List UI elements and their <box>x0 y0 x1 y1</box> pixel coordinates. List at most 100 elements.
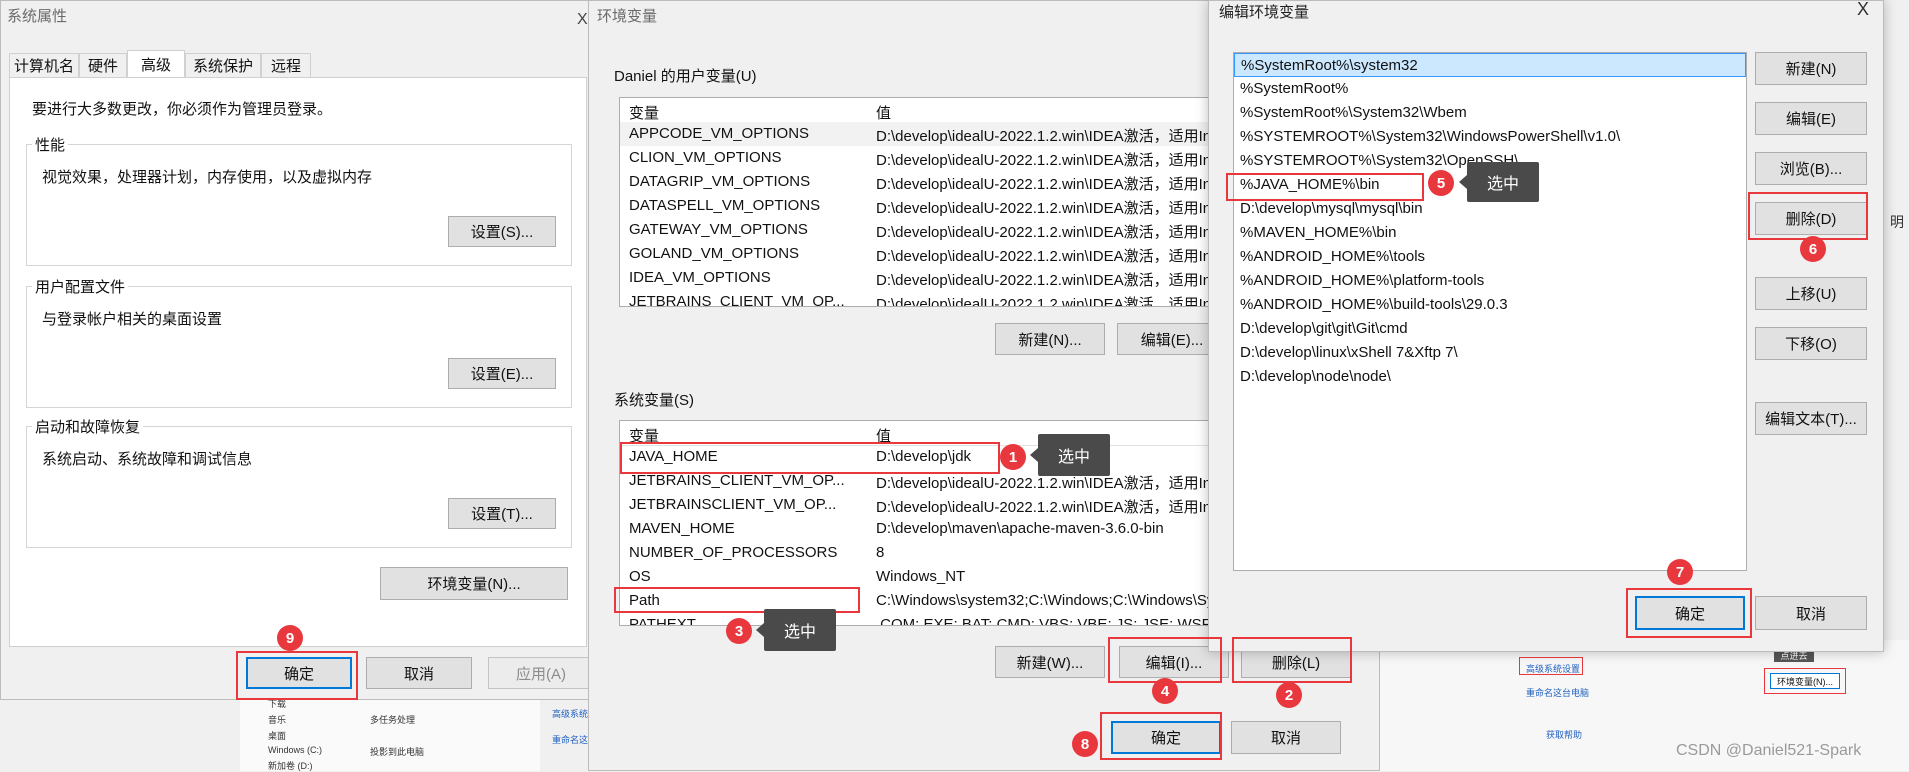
path-entry-text: D:\develop\linux\xShell 7&Xftp 7\ <box>1240 344 1458 361</box>
sys-vars-label: 系统变量(S) <box>611 389 697 410</box>
highlight-path-delete <box>1748 192 1868 240</box>
var-name-cell: CLION_VM_OPTIONS <box>629 149 782 166</box>
highlight-java-home-row <box>620 442 1000 474</box>
var-name-cell: PATHEXT <box>629 616 696 626</box>
window-title: 系统属性 <box>7 8 68 25</box>
var-name-cell: DATASPELL_VM_OPTIONS <box>629 197 821 214</box>
sys-new-button[interactable]: 新建(W)... <box>995 646 1105 678</box>
var-value-cell: D:\develop\idealU-2022.1.2.win\IDEA激活，适用… <box>876 176 1216 193</box>
startup-desc: 系统启动、系统故障和调试信息 <box>42 451 253 468</box>
path-entry-text: %SystemRoot%\System32\Wbem <box>1240 104 1467 121</box>
var-name-cell: IDEA_VM_OPTIONS <box>629 269 771 286</box>
bg-explorer-item: Windows (C:) <box>268 745 323 755</box>
window-title: 环境变量 <box>597 8 658 25</box>
select-tooltip: 选中 <box>1459 162 1539 202</box>
var-name-cell: GOLAND_VM_OPTIONS <box>629 245 800 262</box>
edit-env-window: 编辑环境变量 X %SystemRoot%\system32 %SystemRoo… <box>1208 0 1884 652</box>
tab-computer-name[interactable]: 计算机名 <box>9 53 79 77</box>
path-move-up-button[interactable]: 上移(U) <box>1755 277 1867 310</box>
bg-explorer-item: 新加卷 (D:) <box>268 761 313 771</box>
tab-remote[interactable]: 远程 <box>261 53 311 77</box>
var-name-cell: MAVEN_HOME <box>629 520 735 537</box>
path-entry-text: %ANDROID_HOME%\platform-tools <box>1240 272 1485 289</box>
perf-desc: 视觉效果，处理器计划，内存使用，以及虚拟内存 <box>42 169 373 186</box>
select-tooltip: 选中 <box>756 609 836 651</box>
env-vars-button[interactable]: 环境变量(N)... <box>380 567 568 600</box>
list-item[interactable]: %SystemRoot% <box>1234 77 1746 101</box>
var-name-cell: JETBRAINSCLIENT_VM_OP... <box>629 496 837 513</box>
profile-settings-button[interactable]: 设置(E)... <box>448 358 556 389</box>
perf-group-label: 性能 <box>32 134 69 155</box>
step-badge: 4 <box>1152 678 1178 704</box>
list-item[interactable]: D:\develop\linux\xShell 7&Xftp 7\ <box>1234 341 1746 365</box>
step-badge: 5 <box>1428 170 1454 196</box>
edit-cancel-button[interactable]: 取消 <box>1755 596 1867 630</box>
var-name-cell: JETBRAINS_CLIENT_VM_OP... <box>629 293 845 307</box>
var-value-cell: D:\develop\idealU-2022.1.2.win\IDEA激活，适用… <box>876 499 1216 516</box>
var-value-cell: D:\develop\idealU-2022.1.2.win\IDEA激活，适用… <box>876 224 1216 241</box>
close-icon[interactable]: X <box>577 11 588 29</box>
list-item[interactable]: %SystemRoot%\System32\Wbem <box>1234 101 1746 125</box>
path-browse-button[interactable]: 浏览(B)... <box>1755 152 1867 185</box>
path-move-down-button[interactable]: 下移(O) <box>1755 327 1867 360</box>
tab-system-protection[interactable]: 系统保护 <box>185 53 261 77</box>
highlight-edit-ok <box>1626 588 1752 638</box>
var-name-cell: JETBRAINS_CLIENT_VM_OP... <box>629 472 845 489</box>
var-name-cell: DATAGRIP_VM_OPTIONS <box>629 173 811 190</box>
path-entry-text: %MAVEN_HOME%\bin <box>1240 224 1397 241</box>
highlight-env-ok <box>1100 712 1222 760</box>
tab-hardware[interactable]: 硬件 <box>79 53 127 77</box>
path-edit-button[interactable]: 编辑(E) <box>1755 102 1867 135</box>
path-edit-text-button[interactable]: 编辑文本(T)... <box>1755 402 1867 435</box>
csdn-watermark: CSDN @Daniel521-Spark <box>1676 742 1862 759</box>
list-item[interactable]: %ANDROID_HOME%\build-tools\29.0.3 <box>1234 293 1746 317</box>
startup-settings-button[interactable]: 设置(T)... <box>448 498 556 529</box>
sysprops-apply-button[interactable]: 应用(A) <box>488 657 589 689</box>
path-new-button[interactable]: 新建(N) <box>1755 52 1867 85</box>
col-var-header: 变量 <box>629 105 660 122</box>
list-item[interactable]: %SYSTEMROOT%\System32\WindowsPowerShell\… <box>1234 125 1746 149</box>
var-name-cell: NUMBER_OF_PROCESSORS <box>629 544 838 561</box>
var-name-cell: OS <box>629 568 651 585</box>
step-badge: 9 <box>277 625 303 651</box>
path-entry-text: %ANDROID_HOME%\build-tools\29.0.3 <box>1240 296 1508 313</box>
var-value-cell: C:\Windows\system32;C:\Windows;C:\Window… <box>876 592 1215 609</box>
close-icon[interactable]: X <box>1857 1 1869 20</box>
list-item[interactable]: %MAVEN_HOME%\bin <box>1234 221 1746 245</box>
profile-group <box>26 286 572 408</box>
list-item[interactable]: D:\develop\git\git\Git\cmd <box>1234 317 1746 341</box>
env-cancel-button[interactable]: 取消 <box>1231 721 1341 754</box>
select-tooltip: 选中 <box>1030 434 1110 476</box>
step-badge: 1 <box>1000 444 1026 470</box>
bg-right-help: 获取帮助 <box>1546 730 1583 740</box>
bg-multitask: 多任务处理 <box>370 715 416 725</box>
profile-desc: 与登录帐户相关的桌面设置 <box>42 311 223 328</box>
list-item[interactable]: D:\develop\node\node\ <box>1234 365 1746 389</box>
highlight-sys-delete <box>1232 637 1352 683</box>
list-item[interactable]: %SystemRoot%\system32 <box>1234 53 1746 77</box>
list-item[interactable]: %ANDROID_HOME%\tools <box>1234 245 1746 269</box>
bg-right-env-highlight <box>1764 668 1846 694</box>
bg-right-rename: 重命名这台电脑 <box>1526 688 1590 698</box>
bg-explorer-item: 音乐 <box>268 715 287 725</box>
profile-group-label: 用户配置文件 <box>32 276 129 297</box>
tab-advanced[interactable]: 高级 <box>127 50 185 78</box>
perf-settings-button[interactable]: 设置(S)... <box>448 216 556 247</box>
step-badge: 7 <box>1667 559 1693 585</box>
list-item[interactable]: %ANDROID_HOME%\platform-tools <box>1234 269 1746 293</box>
var-value-cell: 8 <box>876 544 885 561</box>
var-value-cell: .COM;.EXE;.BAT;.CMD;.VBS;.VBE;.JS;.JSE;.… <box>876 616 1255 626</box>
var-name-cell: APPCODE_VM_OPTIONS <box>629 125 810 142</box>
sysprops-cancel-button[interactable]: 取消 <box>366 657 472 689</box>
path-entry-text: D:\develop\git\git\Git\cmd <box>1240 320 1408 337</box>
user-new-button[interactable]: 新建(N)... <box>995 323 1105 355</box>
var-value-cell: D:\develop\idealU-2022.1.2.win\IDEA激活，适用… <box>876 152 1216 169</box>
path-entry-text: %ANDROID_HOME%\tools <box>1240 248 1426 265</box>
tab-panel: 要进行大多数更改，你必须作为管理员登录。 性能 视觉效果，处理器计划，内存使用，… <box>9 77 587 647</box>
var-value-cell: D:\develop\idealU-2022.1.2.win\IDEA激活，适用… <box>876 248 1216 265</box>
bg-project: 投影到此电脑 <box>370 747 425 757</box>
var-value-cell: D:\develop\idealU-2022.1.2.win\IDEA激活，适用… <box>876 200 1216 217</box>
window-title: 编辑环境变量 <box>1219 4 1310 21</box>
path-entry-text: %SystemRoot% <box>1240 80 1349 97</box>
path-list[interactable]: %SystemRoot%\system32 %SystemRoot% %System… <box>1233 52 1747 571</box>
